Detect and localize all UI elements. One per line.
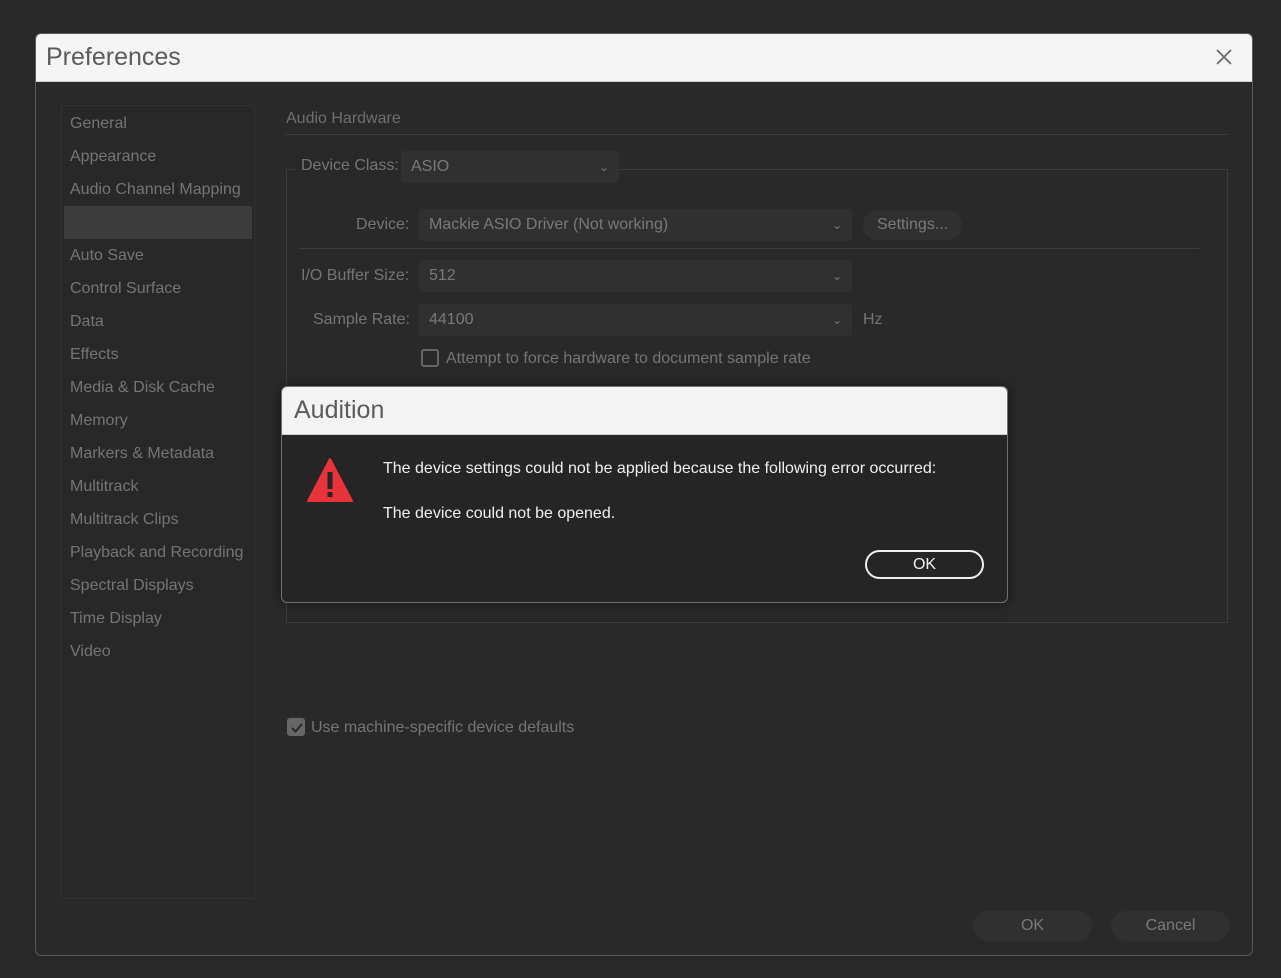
sample-rate-label: Sample Rate: <box>313 311 410 328</box>
device-class-value: ASIO <box>411 158 450 175</box>
machine-defaults-checkbox[interactable] <box>287 718 305 736</box>
section-title: Audio Hardware <box>286 110 401 127</box>
section-divider <box>286 134 1228 135</box>
chevron-down-icon: ⌄ <box>598 160 609 174</box>
category-audio-hardware-selected[interactable] <box>64 206 252 239</box>
close-icon <box>1216 49 1232 65</box>
settings-button[interactable]: Settings... <box>863 210 963 240</box>
chevron-down-icon: ⌄ <box>831 218 842 232</box>
category-multitrack-clips[interactable]: Multitrack Clips <box>62 503 254 536</box>
device-class-label: Device Class: <box>295 157 405 175</box>
sample-rate-unit: Hz <box>863 311 883 328</box>
device-divider <box>299 248 1199 249</box>
chevron-down-icon: ⌄ <box>831 269 842 283</box>
category-appearance[interactable]: Appearance <box>62 140 254 173</box>
category-general[interactable]: General <box>62 107 254 140</box>
error-detail: The device could not be opened. <box>383 505 616 522</box>
device-class-dropdown[interactable]: ASIO ⌄ <box>401 151 619 183</box>
device-label: Device: <box>356 216 410 233</box>
force-rate-label: Attempt to force hardware to document sa… <box>446 350 811 367</box>
sample-rate-dropdown[interactable]: 44100 ⌄ <box>419 304 852 336</box>
close-button[interactable] <box>1212 45 1236 69</box>
error-dialog-title: Audition <box>294 396 385 424</box>
error-dialog: Audition The device settings could not b… <box>281 386 1008 603</box>
category-multitrack[interactable]: Multitrack <box>62 470 254 503</box>
cancel-button[interactable]: Cancel <box>1111 911 1230 941</box>
checkmark-icon <box>291 723 303 733</box>
category-memory[interactable]: Memory <box>62 404 254 437</box>
buffer-size-dropdown[interactable]: 512 ⌄ <box>419 260 852 292</box>
category-control-surface[interactable]: Control Surface <box>62 272 254 305</box>
chevron-down-icon: ⌄ <box>831 313 842 327</box>
category-audio-channel-mapping[interactable]: Audio Channel Mapping <box>62 173 254 206</box>
buffer-size-value: 512 <box>429 267 456 284</box>
category-spectral-displays[interactable]: Spectral Displays <box>62 569 254 602</box>
device-value: Mackie ASIO Driver (Not working) <box>429 216 669 233</box>
category-media-disk-cache[interactable]: Media & Disk Cache <box>62 371 254 404</box>
category-list: General Appearance Audio Channel Mapping… <box>61 105 255 899</box>
preferences-title: Preferences <box>46 43 181 71</box>
ok-button[interactable]: OK <box>973 911 1092 941</box>
alert-ok-button[interactable]: OK <box>865 550 984 579</box>
category-video[interactable]: Video <box>62 635 254 668</box>
force-rate-checkbox[interactable] <box>421 349 439 367</box>
error-message: The device settings could not be applied… <box>383 460 937 477</box>
category-markers-metadata[interactable]: Markers & Metadata <box>62 437 254 470</box>
warning-icon <box>307 458 353 502</box>
preferences-titlebar: Preferences <box>36 34 1252 82</box>
sample-rate-value: 44100 <box>429 311 474 328</box>
device-dropdown[interactable]: Mackie ASIO Driver (Not working) ⌄ <box>419 209 852 241</box>
category-effects[interactable]: Effects <box>62 338 254 371</box>
category-time-display[interactable]: Time Display <box>62 602 254 635</box>
category-data[interactable]: Data <box>62 305 254 338</box>
error-dialog-titlebar: Audition <box>282 387 1007 435</box>
machine-defaults-label: Use machine-specific device defaults <box>311 719 575 736</box>
category-auto-save[interactable]: Auto Save <box>62 239 254 272</box>
buffer-size-label: I/O Buffer Size: <box>301 267 410 284</box>
category-playback-recording[interactable]: Playback and Recording <box>62 536 254 569</box>
